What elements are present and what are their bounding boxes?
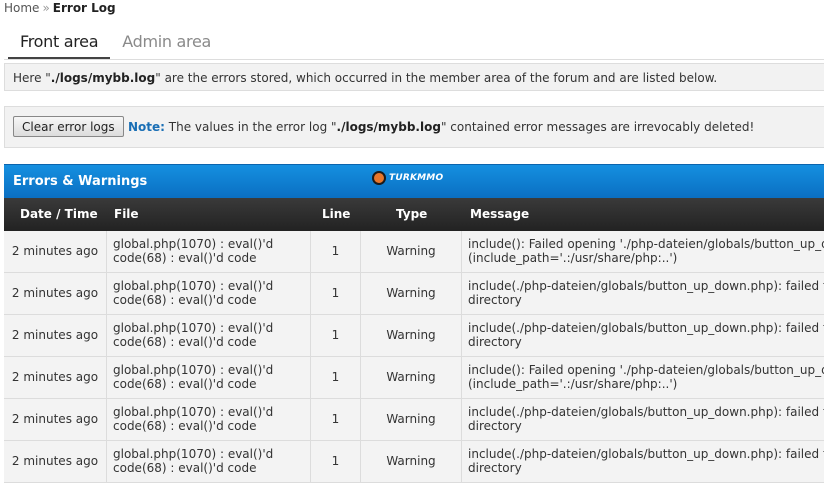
info-text-suffix: " are the errors stored, which occurred … <box>155 71 718 85</box>
cell-file-line1: global.php(1070) : eval()'d <box>113 237 274 251</box>
cell-message-line1: include(): Failed opening './php-dateien… <box>468 363 824 377</box>
cell-file: global.php(1070) : eval()'d code(68) : ev… <box>107 441 311 482</box>
col-file: File <box>114 207 139 221</box>
cell-file-line2: code(68) : eval()'d code <box>113 293 257 307</box>
cell-date: 2 minutes ago <box>4 399 107 440</box>
tab-front-area[interactable]: Front area <box>8 26 111 60</box>
breadcrumb: Home» Error Log <box>4 1 116 15</box>
cell-file-line2: code(68) : eval()'d code <box>113 419 257 433</box>
cell-line: 1 <box>311 357 361 398</box>
cell-message-line2: directory <box>468 419 522 433</box>
note-label: Note: <box>128 120 165 134</box>
logo-ring-icon <box>372 171 386 185</box>
cell-type: Warning <box>361 231 462 272</box>
cell-type: Warning <box>361 441 462 482</box>
cell-message-line2: directory <box>468 461 522 475</box>
info-text-prefix: Here " <box>13 71 51 85</box>
cell-file-line1: global.php(1070) : eval()'d <box>113 447 274 461</box>
table-row: 2 minutes ago global.php(1070) : eval()'… <box>4 399 824 441</box>
cell-file-line2: code(68) : eval()'d code <box>113 377 257 391</box>
cell-message: include(./php-dateien/globals/button_up_… <box>462 441 824 482</box>
cell-file: global.php(1070) : eval()'d code(68) : ev… <box>107 399 311 440</box>
turkmmo-logo: TURKMMO <box>372 171 443 185</box>
cell-file-line2: code(68) : eval()'d code <box>113 335 257 349</box>
cell-type: Warning <box>361 399 462 440</box>
cell-date: 2 minutes ago <box>4 441 107 482</box>
cell-file-line2: code(68) : eval()'d code <box>113 461 257 475</box>
breadcrumb-current: Error Log <box>52 1 116 15</box>
cell-line: 1 <box>311 315 361 356</box>
tab-admin-area[interactable]: Admin area <box>110 26 223 60</box>
table-row: 2 minutes ago global.php(1070) : eval()'… <box>4 231 824 273</box>
cell-file-line1: global.php(1070) : eval()'d <box>113 363 274 377</box>
cell-message: include(./php-dateien/globals/button_up_… <box>462 399 824 440</box>
info-log-path: ./logs/mybb.log <box>50 71 156 85</box>
cell-file: global.php(1070) : eval()'d code(68) : ev… <box>107 357 311 398</box>
table-row: 2 minutes ago global.php(1070) : eval()'… <box>4 315 824 357</box>
note-text-prefix: The values in the error log " <box>164 120 337 134</box>
cell-line: 1 <box>311 399 361 440</box>
note-log-path: ./logs/mybb.log <box>336 120 441 134</box>
breadcrumb-separator: » <box>42 1 50 15</box>
note-text-suffix: " contained error messages are irrevocab… <box>440 120 755 134</box>
cell-file-line1: global.php(1070) : eval()'d <box>113 321 274 335</box>
cell-message-line2: directory <box>468 335 522 349</box>
cell-file: global.php(1070) : eval()'d code(68) : ev… <box>107 273 311 314</box>
cell-message-line1: include(./php-dateien/globals/button_up_… <box>468 279 824 293</box>
col-type: Type <box>396 207 428 221</box>
cell-date: 2 minutes ago <box>4 231 107 272</box>
delete-note: Note: The values in the error log "./log… <box>128 107 754 147</box>
table-row: 2 minutes ago global.php(1070) : eval()'… <box>4 441 824 483</box>
table-row: 2 minutes ago global.php(1070) : eval()'… <box>4 273 824 315</box>
tab-divider <box>4 59 824 60</box>
cell-message: include(./php-dateien/globals/button_up_… <box>462 273 824 314</box>
cell-file: global.php(1070) : eval()'d code(68) : ev… <box>107 315 311 356</box>
cell-type: Warning <box>361 357 462 398</box>
table-header: Date / Time File Line Type Message <box>4 198 824 231</box>
cell-message-line2: (include_path='.:/usr/share/php:..') <box>468 251 678 265</box>
cell-date: 2 minutes ago <box>4 357 107 398</box>
cell-type: Warning <box>361 273 462 314</box>
cell-date: 2 minutes ago <box>4 273 107 314</box>
cell-file: global.php(1070) : eval()'d code(68) : ev… <box>107 231 311 272</box>
tab-bar: Front area Admin area <box>8 26 223 60</box>
cell-message-line2: (include_path='.:/usr/share/php:..') <box>468 377 678 391</box>
cell-file-line2: code(68) : eval()'d code <box>113 251 257 265</box>
info-bar: Here "./logs/mybb.log" are the errors st… <box>4 63 824 91</box>
action-bar: Clear error logs Note: The values in the… <box>4 106 824 148</box>
cell-message-line1: include(): Failed opening './php-dateien… <box>468 237 824 251</box>
errors-panel-header: Errors & Warnings TURKMMO <box>4 164 824 198</box>
panel-title: Errors & Warnings <box>13 174 148 189</box>
cell-message-line1: include(./php-dateien/globals/button_up_… <box>468 405 824 419</box>
cell-file-line1: global.php(1070) : eval()'d <box>113 405 274 419</box>
col-date: Date / Time <box>20 207 98 221</box>
logo-text: TURKMMO <box>389 173 444 183</box>
cell-line: 1 <box>311 231 361 272</box>
cell-message-line1: include(./php-dateien/globals/button_up_… <box>468 447 824 461</box>
cell-message: include(): Failed opening './php-dateien… <box>462 231 824 272</box>
col-line: Line <box>322 207 351 221</box>
cell-date: 2 minutes ago <box>4 315 107 356</box>
cell-line: 1 <box>311 273 361 314</box>
clear-error-logs-button[interactable]: Clear error logs <box>13 116 124 137</box>
cell-line: 1 <box>311 441 361 482</box>
error-table-body: 2 minutes ago global.php(1070) : eval()'… <box>4 231 824 483</box>
cell-message-line1: include(./php-dateien/globals/button_up_… <box>468 321 824 335</box>
breadcrumb-home-link[interactable]: Home <box>4 1 39 15</box>
cell-type: Warning <box>361 315 462 356</box>
col-message: Message <box>470 207 530 221</box>
cell-message-line2: directory <box>468 293 522 307</box>
table-row: 2 minutes ago global.php(1070) : eval()'… <box>4 357 824 399</box>
cell-message: include(): Failed opening './php-dateien… <box>462 357 824 398</box>
cell-message: include(./php-dateien/globals/button_up_… <box>462 315 824 356</box>
cell-file-line1: global.php(1070) : eval()'d <box>113 279 274 293</box>
